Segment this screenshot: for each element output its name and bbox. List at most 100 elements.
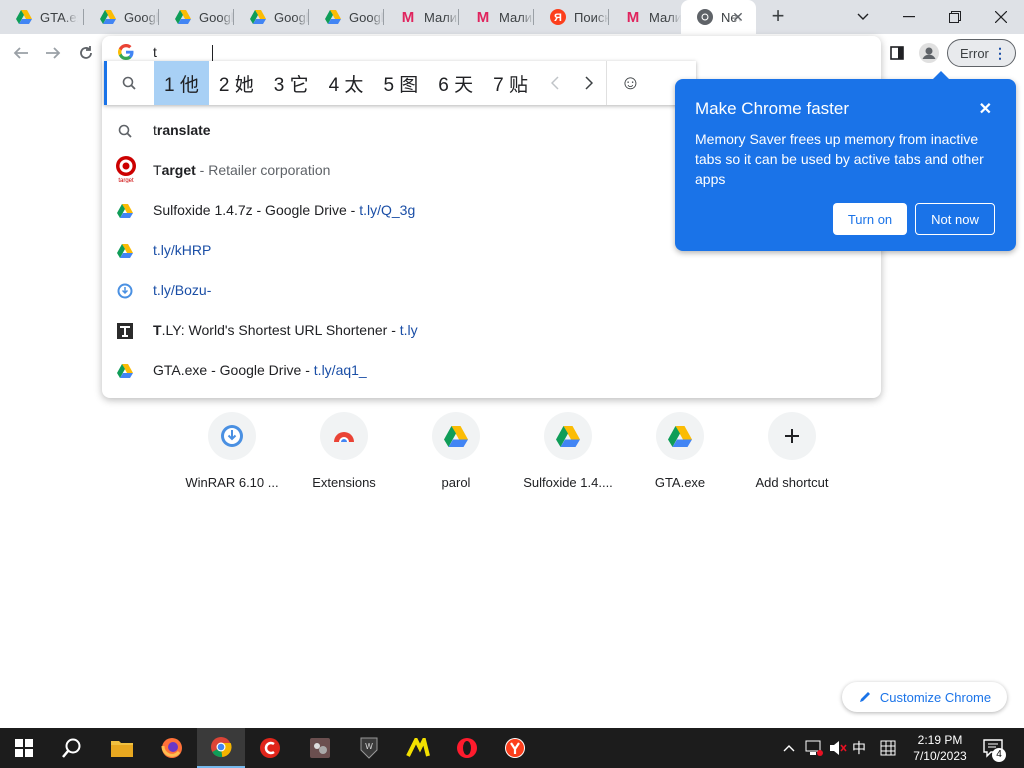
notifications-button[interactable]: 4 — [978, 728, 1010, 768]
chevron-up-icon[interactable] — [778, 728, 800, 768]
tab-title: GTA.exe — [40, 9, 78, 25]
suggestion-row[interactable]: t.ly/Bozu- — [102, 270, 881, 310]
forward-button[interactable] — [40, 40, 66, 66]
arrow-left-icon — [13, 47, 28, 59]
ime-candidate-7[interactable]: 7 贴 — [483, 61, 538, 105]
side-panel-button[interactable] — [884, 40, 910, 66]
ime-candidate-1[interactable]: 1 他 — [154, 61, 209, 105]
network-icon[interactable] — [802, 728, 826, 768]
tab-4[interactable]: Google Drive — [234, 0, 309, 34]
shortcut-tile[interactable]: Extensions — [288, 412, 400, 502]
suggestion-row[interactable]: T.LY: World's Shortest URL Shortener - t… — [102, 310, 881, 350]
windows-start-icon[interactable] — [0, 728, 48, 768]
app-icon[interactable] — [394, 728, 442, 768]
chevron-left-icon — [551, 76, 559, 90]
svg-text:W: W — [365, 742, 373, 751]
ime-candidate-2[interactable]: 2 她 — [209, 61, 264, 105]
suggestion-row[interactable]: GTA.exe - Google Drive - t.ly/aq1_ — [102, 350, 881, 390]
plus-icon — [768, 412, 816, 460]
shortcut-label: Add shortcut — [755, 475, 829, 490]
omnibox-input[interactable]: t — [153, 44, 157, 60]
google-drive-icon — [250, 9, 266, 25]
error-chip[interactable]: Error ⋮ — [947, 39, 1016, 67]
side-panel-icon — [890, 46, 904, 60]
svg-text:target: target — [118, 178, 134, 183]
keyboard-icon[interactable] — [876, 728, 900, 768]
close-tab-icon[interactable]: ✕ — [730, 9, 746, 25]
tab-5[interactable]: Google Drive — [309, 0, 384, 34]
not-now-button[interactable]: Not now — [915, 203, 995, 235]
tab-2[interactable]: Google Drive — [84, 0, 159, 34]
tab-search-button[interactable] — [840, 0, 886, 34]
tab-title: Google Drive — [124, 9, 159, 25]
google-drive-icon — [100, 9, 116, 25]
add-shortcut-button[interactable]: Add shortcut — [736, 412, 848, 502]
tab-title: Google Drive — [274, 9, 309, 25]
error-label: Error — [960, 45, 989, 61]
chrome-icon — [697, 9, 713, 25]
tab-1[interactable]: GTA.exe — [0, 0, 84, 34]
tab-title: Google Drive — [349, 9, 384, 25]
suggestion-text: t.ly/Bozu- — [153, 282, 212, 298]
google-drive-icon — [116, 242, 134, 260]
opera-icon[interactable] — [443, 728, 491, 768]
tab-3[interactable]: Google Drive — [159, 0, 234, 34]
reload-icon — [80, 46, 92, 59]
yandex-browser-icon[interactable] — [491, 728, 539, 768]
close-icon[interactable]: ✕ — [979, 99, 992, 119]
ime-candidate-6[interactable]: 6 天 — [428, 61, 483, 105]
shortcut-label: GTA.exe — [654, 475, 706, 490]
clock-time: 2:19 PM — [917, 733, 963, 747]
suggestion-text: Target - Retailer corporation — [153, 162, 331, 178]
tab-new-tab-active[interactable]: New Tab ✕ — [681, 0, 756, 34]
tly-icon — [116, 322, 134, 340]
ccleaner-icon[interactable] — [246, 728, 294, 768]
close-window-button[interactable] — [978, 0, 1024, 34]
shortcut-tile[interactable]: Sulfoxide 1.4.... — [512, 412, 624, 502]
more-vert-icon[interactable]: ⋮ — [993, 44, 1007, 62]
taskbar-clock[interactable]: 2:19 PM 7/10/2023 — [912, 732, 968, 764]
search-icon[interactable] — [48, 728, 96, 768]
ime-candidate-3[interactable]: 3 它 — [264, 61, 319, 105]
google-drive-icon — [656, 412, 704, 460]
ime-candidate-5[interactable]: 5 图 — [373, 61, 428, 105]
reload-button[interactable] — [73, 40, 99, 66]
file-explorer-icon[interactable] — [98, 728, 146, 768]
emoji-icon[interactable]: ☺ — [606, 61, 654, 105]
close-icon — [995, 11, 1007, 23]
chevron-right-icon — [585, 76, 594, 90]
ime-candidate-4[interactable]: 4 太 — [319, 61, 374, 105]
tab-9[interactable]: M Малина — [609, 0, 681, 34]
tab-7[interactable]: M Малина — [459, 0, 534, 34]
ime-prev-page-button[interactable] — [538, 61, 572, 105]
tab-title: Поиск — [574, 9, 609, 25]
shortcut-tile[interactable]: GTA.exe — [624, 412, 736, 502]
shortcut-tile[interactable]: parol — [400, 412, 512, 502]
customize-chrome-button[interactable]: Customize Chrome — [842, 682, 1007, 712]
chrome-icon[interactable] — [197, 728, 245, 768]
ime-indicator[interactable]: 中 — [848, 728, 870, 768]
turn-on-button[interactable]: Turn on — [833, 203, 907, 235]
profile-avatar[interactable] — [916, 40, 942, 66]
suggestion-text: GTA.exe - Google Drive - t.ly/aq1_ — [153, 362, 367, 378]
tab-title: Google Drive — [199, 9, 234, 25]
ime-next-page-button[interactable] — [572, 61, 606, 105]
volume-muted-icon[interactable] — [827, 728, 849, 768]
new-tab-button[interactable]: + — [766, 5, 790, 29]
download-icon — [116, 282, 134, 300]
google-icon — [118, 44, 134, 60]
firefox-icon[interactable] — [148, 728, 196, 768]
world-of-tanks-icon[interactable]: W — [345, 728, 393, 768]
minimize-button[interactable] — [886, 0, 932, 34]
shortcut-tile[interactable]: WinRAR 6.10 ... — [176, 412, 288, 502]
tab-8[interactable]: Я Поиск — [534, 0, 609, 34]
restore-button[interactable] — [932, 0, 978, 34]
yandex-market-icon: M — [476, 8, 490, 26]
tab-6[interactable]: M Малина — [384, 0, 459, 34]
back-button[interactable] — [8, 40, 34, 66]
search-icon — [104, 61, 154, 105]
game-icon[interactable] — [296, 728, 344, 768]
bubble-title: Make Chrome faster — [695, 99, 849, 118]
tab-title: Малина — [424, 9, 459, 25]
shortcut-label: WinRAR 6.10 ... — [185, 475, 279, 490]
